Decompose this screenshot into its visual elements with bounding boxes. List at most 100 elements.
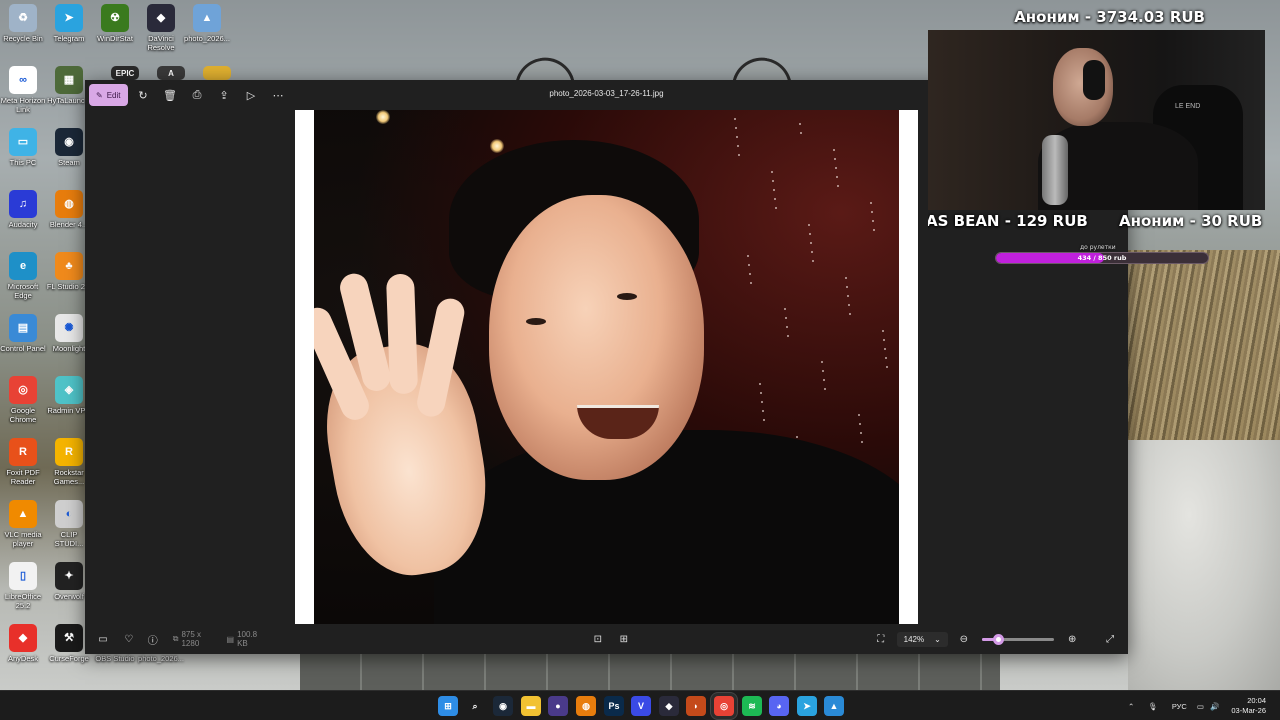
clock-time: 20:04 <box>1247 696 1266 705</box>
microphone-icon[interactable]: 🎙 <box>1148 702 1158 711</box>
tray-overflow-chevron-icon[interactable]: ⌃ <box>1128 702 1134 711</box>
desktop-icon[interactable]: ☢ WinDirStat <box>92 4 138 43</box>
folder-icon <box>203 66 231 80</box>
image-canvas[interactable] <box>295 110 918 624</box>
trash-icon: 🗑 <box>163 88 177 102</box>
discord-icon[interactable]: ◕ <box>769 696 789 716</box>
photos-icon[interactable]: ▲ <box>824 696 844 716</box>
full-screen-button[interactable]: ⤢ <box>1100 629 1120 649</box>
star-light <box>736 136 738 138</box>
visual-search-button[interactable]: ⊡ <box>588 629 608 649</box>
clock[interactable]: 20:04 03-Mar-26 <box>1231 696 1266 716</box>
star-light <box>833 149 835 151</box>
star-light <box>883 339 885 341</box>
steam-icon[interactable]: ◉ <box>493 696 513 716</box>
desktop-icon-label: WinDirStat <box>97 34 133 43</box>
zoom-slider[interactable] <box>981 633 1055 645</box>
desktop-icon[interactable]: ♻ Recycle Bin <box>0 4 46 43</box>
star-light <box>772 180 774 182</box>
rotate-button[interactable]: ↻ <box>130 84 157 106</box>
spotify-icon[interactable]: ≋ <box>742 696 762 716</box>
desktop-icon[interactable]: ▲ VLC media player <box>0 500 46 548</box>
desktop-icon[interactable]: ▤ Control Panel <box>0 314 46 353</box>
star-light <box>763 419 765 421</box>
star-light <box>738 154 740 156</box>
clip-studio-icon: ◐ <box>55 500 83 528</box>
favorite-button[interactable]: ♡ <box>119 629 139 649</box>
desktop-icon-label: photo_2026... <box>138 654 184 663</box>
star-light <box>884 348 886 350</box>
blender-icon[interactable]: ◍ <box>576 696 596 716</box>
print-button[interactable]: ⎙ <box>184 84 211 106</box>
telegram-icon: ➤ <box>55 4 83 32</box>
more-options-button[interactable]: ⋯ <box>265 84 292 106</box>
desktop-icon[interactable]: ▭ This PC <box>0 128 46 167</box>
hoodie <box>434 430 899 624</box>
scan-text-button[interactable]: ⊞ <box>614 629 634 649</box>
edge-icon: e <box>9 252 37 280</box>
share-button[interactable]: ⇪ <box>211 84 238 106</box>
desktop-icon[interactable]: ∞ Meta Horizon Link <box>0 66 46 114</box>
star-light <box>774 198 776 200</box>
desktop-icon[interactable]: ➤ Telegram <box>46 4 92 43</box>
slideshow-icon: ▷ <box>246 88 256 102</box>
filmstrip-button[interactable]: ▭ <box>93 629 113 649</box>
rockstar-icon: R <box>55 438 83 466</box>
language-indicator[interactable]: РУС <box>1172 702 1187 711</box>
desktop-icon-label: AnyDesk <box>7 654 38 663</box>
file-size: ▤ 100.8 KB <box>227 630 266 648</box>
start-icon[interactable]: ⊞ <box>438 696 458 716</box>
finger <box>414 295 467 420</box>
headphones <box>1083 60 1105 100</box>
star-light <box>837 185 839 187</box>
desktop-icon[interactable]: ◆ AnyDesk <box>0 624 46 663</box>
star-light <box>775 207 777 209</box>
volume-icon[interactable]: 🔊 <box>1210 702 1219 711</box>
shield-icon[interactable]: ◗ <box>686 696 706 716</box>
desktop-icon[interactable]: R Foxit PDF Reader <box>0 438 46 486</box>
desktop-icon[interactable]: ◆ DaVinci Resolve <box>138 4 184 52</box>
chrome-icon: ◎ <box>9 376 37 404</box>
zoom-slider-knob[interactable] <box>992 633 1004 645</box>
delete-button[interactable]: 🗑 <box>157 84 184 106</box>
zoom-out-button[interactable]: ⊖ <box>954 629 974 649</box>
desktop-icon-label: Microsoft Edge <box>7 282 39 300</box>
desktop-icon[interactable]: ♫ Audacity <box>0 190 46 229</box>
photoshop-icon[interactable]: Ps <box>604 696 624 716</box>
dimensions-icon: ⧉ <box>172 634 179 643</box>
curseforge-icon: ⚒ <box>55 624 83 652</box>
desktop-icon[interactable]: ◎ Google Chrome <box>0 376 46 424</box>
fit-to-window-button[interactable]: ⛶ <box>871 629 891 649</box>
foxit-icon: R <box>9 438 37 466</box>
desktop-icon[interactable]: ▲ photo_2026... <box>184 4 230 43</box>
star-light <box>835 167 837 169</box>
file-explorer-icon[interactable]: ▬ <box>521 696 541 716</box>
star-light <box>761 401 763 403</box>
this-pc-icon: ▭ <box>9 128 37 156</box>
app-icon[interactable]: ● <box>548 696 568 716</box>
zoom-in-icon: ⊕ <box>1067 633 1077 645</box>
davinci-resolve-icon[interactable]: ◆ <box>659 696 679 716</box>
desktop-icon[interactable]: ▯ LibreOffice 25.2 <box>0 562 46 610</box>
slideshow-button[interactable]: ▷ <box>238 84 265 106</box>
star-light <box>762 410 764 412</box>
zoom-in-button[interactable]: ⊕ <box>1062 629 1082 649</box>
star-light <box>859 423 861 425</box>
edit-button[interactable]: ✎ Edit <box>89 84 128 106</box>
desktop-icon[interactable]: e Microsoft Edge <box>0 252 46 300</box>
star-light <box>809 233 811 235</box>
file-info-button[interactable]: ⓘ <box>143 629 163 649</box>
network-icon[interactable]: ▭ <box>1197 702 1204 711</box>
desktop-icon-label: Google Chrome <box>9 406 37 424</box>
star-light <box>847 295 849 297</box>
v-app-icon[interactable]: V <box>631 696 651 716</box>
star-light <box>858 414 860 416</box>
star-light <box>882 330 884 332</box>
telegram-icon[interactable]: ➤ <box>797 696 817 716</box>
zoom-dropdown[interactable]: 142% ⌄ <box>896 631 948 647</box>
chrome-icon[interactable]: ◎ <box>714 696 734 716</box>
search-icon[interactable]: ⌕ <box>465 696 485 716</box>
star-light <box>824 388 826 390</box>
anydesk-icon: ◆ <box>9 624 37 652</box>
hytale-launcher-icon: ▦ <box>55 66 83 94</box>
